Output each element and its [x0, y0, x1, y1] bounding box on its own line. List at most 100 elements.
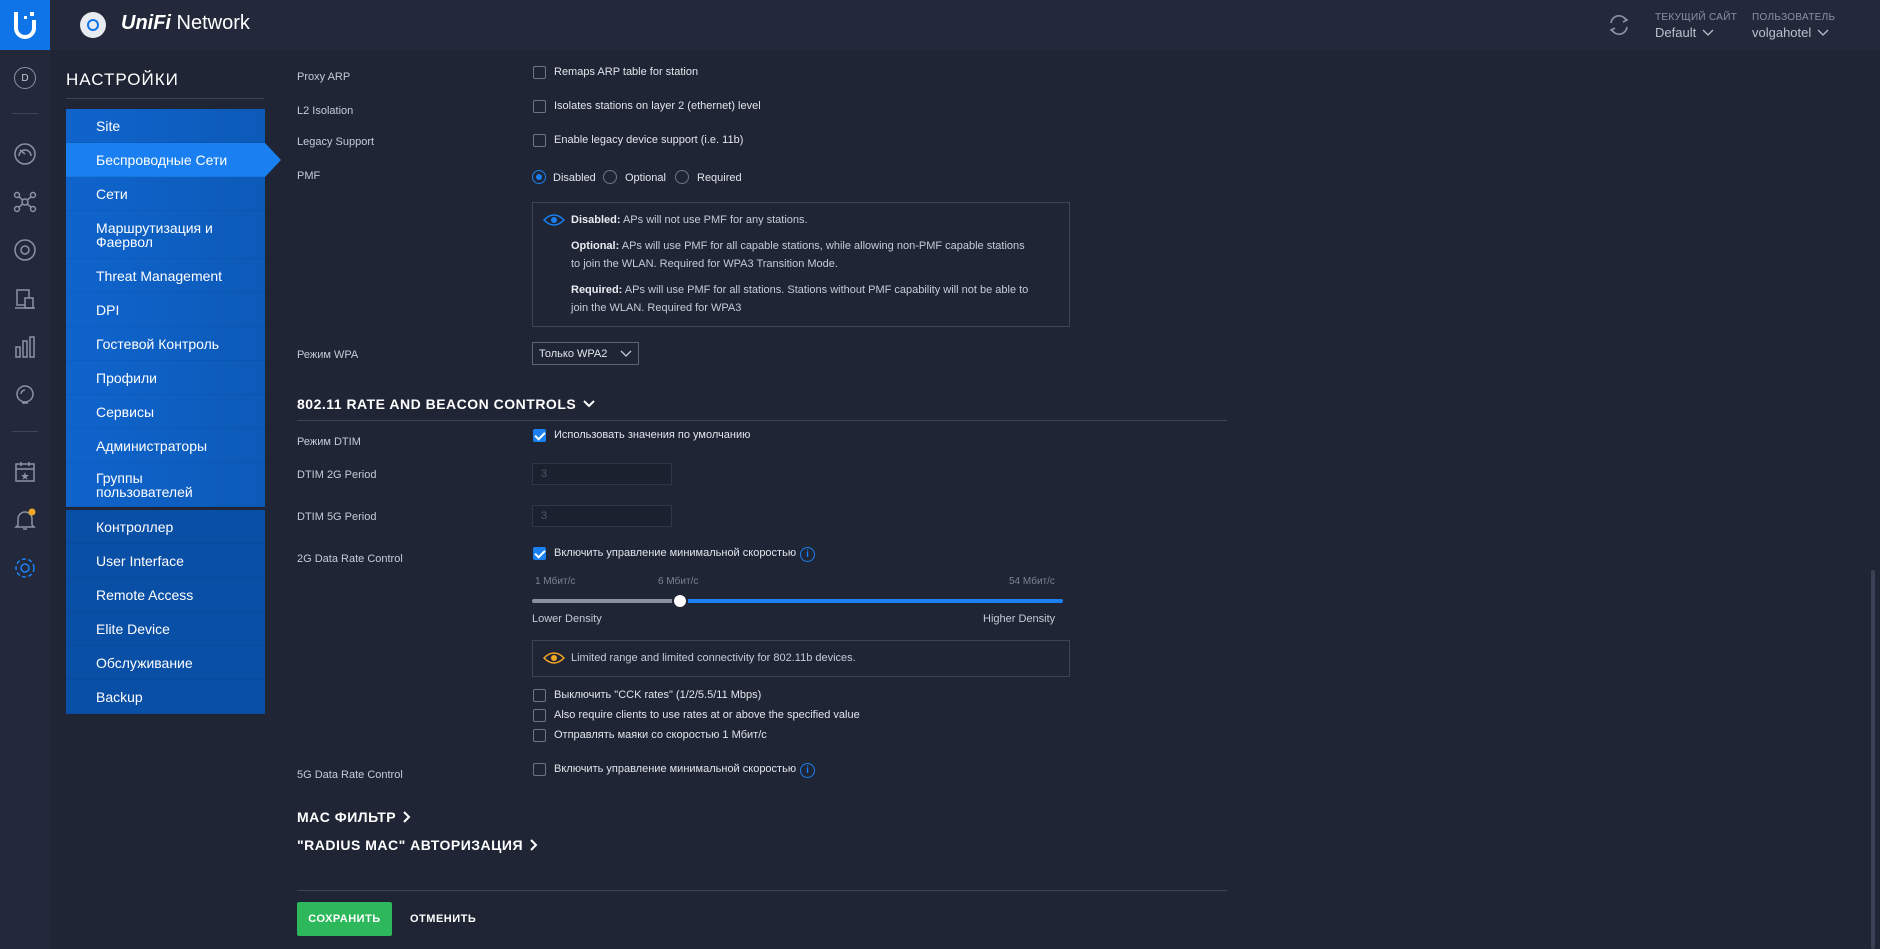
nav-item-admins[interactable]: Администраторы [66, 429, 265, 463]
sync-icon[interactable] [1606, 12, 1632, 38]
pmf-optional-radio[interactable] [603, 170, 617, 184]
nav-item-wireless-networks[interactable]: Беспроводные Сети [66, 143, 265, 177]
dashboard-gauge-icon[interactable] [0, 137, 50, 171]
proxy-arp-text: Remaps ARP table for station [554, 66, 699, 78]
nav-item-user-groups[interactable]: Группы пользователей [66, 463, 265, 507]
rate-beacon-section-toggle[interactable]: 802.11 RATE AND BEACON CONTROLS [297, 396, 596, 412]
rate-2g-label: 2G Data Rate Control [297, 553, 403, 565]
rate-beacon-section-title: 802.11 RATE AND BEACON CONTROLS [297, 396, 577, 412]
page-scrollbar[interactable] [1871, 570, 1875, 949]
legacy-support-text: Enable legacy device support (i.e. 11b) [554, 134, 744, 146]
l2-isolation-checkbox[interactable] [533, 100, 546, 113]
rate-5g-label: 5G Data Rate Control [297, 769, 403, 781]
nav-group-system: Контроллер User Interface Remote Access … [66, 510, 265, 714]
nav-item-dpi[interactable]: DPI [66, 293, 265, 327]
pmf-required-label: Required [697, 172, 742, 184]
cancel-button[interactable]: ОТМЕНИТЬ [410, 902, 476, 936]
left-icon-rail: D [0, 50, 50, 949]
chevron-right-icon [530, 839, 538, 851]
info-icon[interactable]: i [800, 763, 815, 778]
current-site-selector[interactable]: ТЕКУЩИЙ САЙТ Default [1655, 12, 1737, 40]
statistics-icon[interactable] [0, 330, 50, 364]
l2-isolation-text: Isolates stations on layer 2 (ethernet) … [554, 100, 761, 112]
nav-item-routing-firewall[interactable]: Маршрутизация и Фаервол [66, 211, 265, 259]
rate-5g-checkbox[interactable] [533, 763, 546, 776]
info-icon[interactable]: i [800, 547, 815, 562]
pmf-info-required-2: join the WLAN. Required for WPA3 [571, 302, 742, 314]
settings-heading: НАСТРОЙКИ [66, 70, 179, 89]
disable-cck-checkbox[interactable] [533, 689, 546, 702]
pmf-optional-label: Optional [625, 172, 666, 184]
settings-gear-icon[interactable] [0, 551, 50, 585]
alerts-bell-icon[interactable] [0, 503, 50, 537]
higher-density-label: Higher Density [983, 613, 1056, 625]
lower-density-label: Lower Density [532, 613, 602, 625]
beacon-rate-checkbox[interactable] [533, 729, 546, 742]
nav-item-threat-management[interactable]: Threat Management [66, 259, 265, 293]
devices-icon[interactable] [0, 233, 50, 267]
rail-divider [12, 113, 38, 114]
chevron-down-icon [583, 400, 595, 408]
wpa-mode-select[interactable]: Только WPA2 [532, 342, 639, 365]
nav-item-services[interactable]: Сервисы [66, 395, 265, 429]
radius-mac-title: "RADIUS MAC" АВТОРИЗАЦИЯ [297, 837, 524, 853]
slider-track-active[interactable] [681, 599, 1063, 603]
clients-icon[interactable] [0, 282, 50, 316]
pmf-disabled-label: Disabled [553, 172, 596, 184]
dtim-5g-input[interactable]: 3 [532, 505, 672, 527]
top-bar: UniFi Network ТЕКУЩИЙ САЙТ Default ПОЛЬЗ… [0, 0, 1880, 50]
ubiquiti-logo-icon[interactable] [0, 0, 50, 50]
dtim-2g-label: DTIM 2G Period [297, 469, 377, 481]
proxy-arp-checkbox[interactable] [533, 66, 546, 79]
save-button[interactable]: СОХРАНИТЬ [297, 902, 392, 936]
site-caption: ТЕКУЩИЙ САЙТ [1655, 12, 1738, 23]
dtim-5g-label: DTIM 5G Period [297, 511, 377, 523]
l2-isolation-label: L2 Isolation [297, 105, 354, 117]
nav-item-site[interactable]: Site [66, 109, 265, 143]
slider-track-inactive[interactable] [532, 599, 681, 603]
rail-divider [12, 431, 38, 432]
beacon-rate-text: Отправлять маяки со скоростью 1 Мбит/с [554, 729, 767, 741]
nav-item-profiles[interactable]: Профили [66, 361, 265, 395]
legacy-support-checkbox[interactable] [533, 134, 546, 147]
pmf-info-required-1: Required: APs will use PMF for all stati… [571, 284, 1029, 296]
user-value: volgahotel [1752, 25, 1812, 40]
nav-item-remote-access[interactable]: Remote Access [66, 578, 265, 612]
nav-item-networks[interactable]: Сети [66, 177, 265, 211]
nav-item-backup[interactable]: Backup [66, 680, 265, 714]
pmf-required-radio[interactable] [675, 170, 689, 184]
avatar: D [14, 67, 36, 89]
legacy-support-label: Legacy Support [297, 136, 375, 148]
pmf-info-optional-2: to join the WLAN. Required for WPA3 Tran… [571, 258, 838, 270]
rate-2g-text: Включить управление минимальной скорость… [554, 547, 797, 559]
rate-2g-checkbox[interactable] [533, 547, 546, 560]
pmf-label: PMF [297, 170, 321, 182]
nav-item-elite-device[interactable]: Elite Device [66, 612, 265, 646]
pmf-disabled-radio[interactable] [532, 170, 546, 184]
require-rates-checkbox[interactable] [533, 709, 546, 722]
chevron-down-icon [1702, 29, 1714, 36]
radius-mac-section-toggle[interactable]: "RADIUS MAC" АВТОРИЗАЦИЯ [297, 837, 539, 853]
dashboard-avatar-icon[interactable]: D [0, 61, 50, 95]
chevron-down-icon [1817, 29, 1829, 36]
insights-bulb-icon[interactable] [0, 378, 50, 412]
chevron-right-icon [403, 811, 411, 823]
rate-warning-box: Limited range and limited connectivity f… [532, 640, 1070, 677]
nav-item-maintenance[interactable]: Обслуживание [66, 646, 265, 680]
topology-icon[interactable] [0, 185, 50, 219]
nav-item-user-interface[interactable]: User Interface [66, 544, 265, 578]
dtim-default-checkbox[interactable] [533, 429, 546, 442]
mac-filter-section-toggle[interactable]: MAC ФИЛЬТР [297, 809, 412, 825]
dtim-mode-label: Режим DTIM [297, 436, 361, 448]
user-selector[interactable]: ПОЛЬЗОВАТЕЛЬ volgahotel [1752, 12, 1835, 40]
slider-min-label: 1 Мбит/с [535, 576, 576, 587]
rate-slider-handle[interactable] [672, 593, 688, 609]
nav-item-controller[interactable]: Контроллер [66, 510, 265, 544]
dtim-default-text: Использовать значения по умолчанию [554, 429, 751, 441]
disable-cck-text: Выключить "CCK rates" (1/2/5.5/11 Mbps) [554, 689, 762, 701]
dtim-2g-input[interactable]: 3 [532, 463, 672, 485]
unifi-app-icon[interactable] [80, 12, 106, 38]
settings-nav: Site Беспроводные Сети Сети Маршрутизаци… [66, 109, 265, 714]
events-calendar-icon[interactable] [0, 455, 50, 489]
nav-item-guest-control[interactable]: Гостевой Контроль [66, 327, 265, 361]
